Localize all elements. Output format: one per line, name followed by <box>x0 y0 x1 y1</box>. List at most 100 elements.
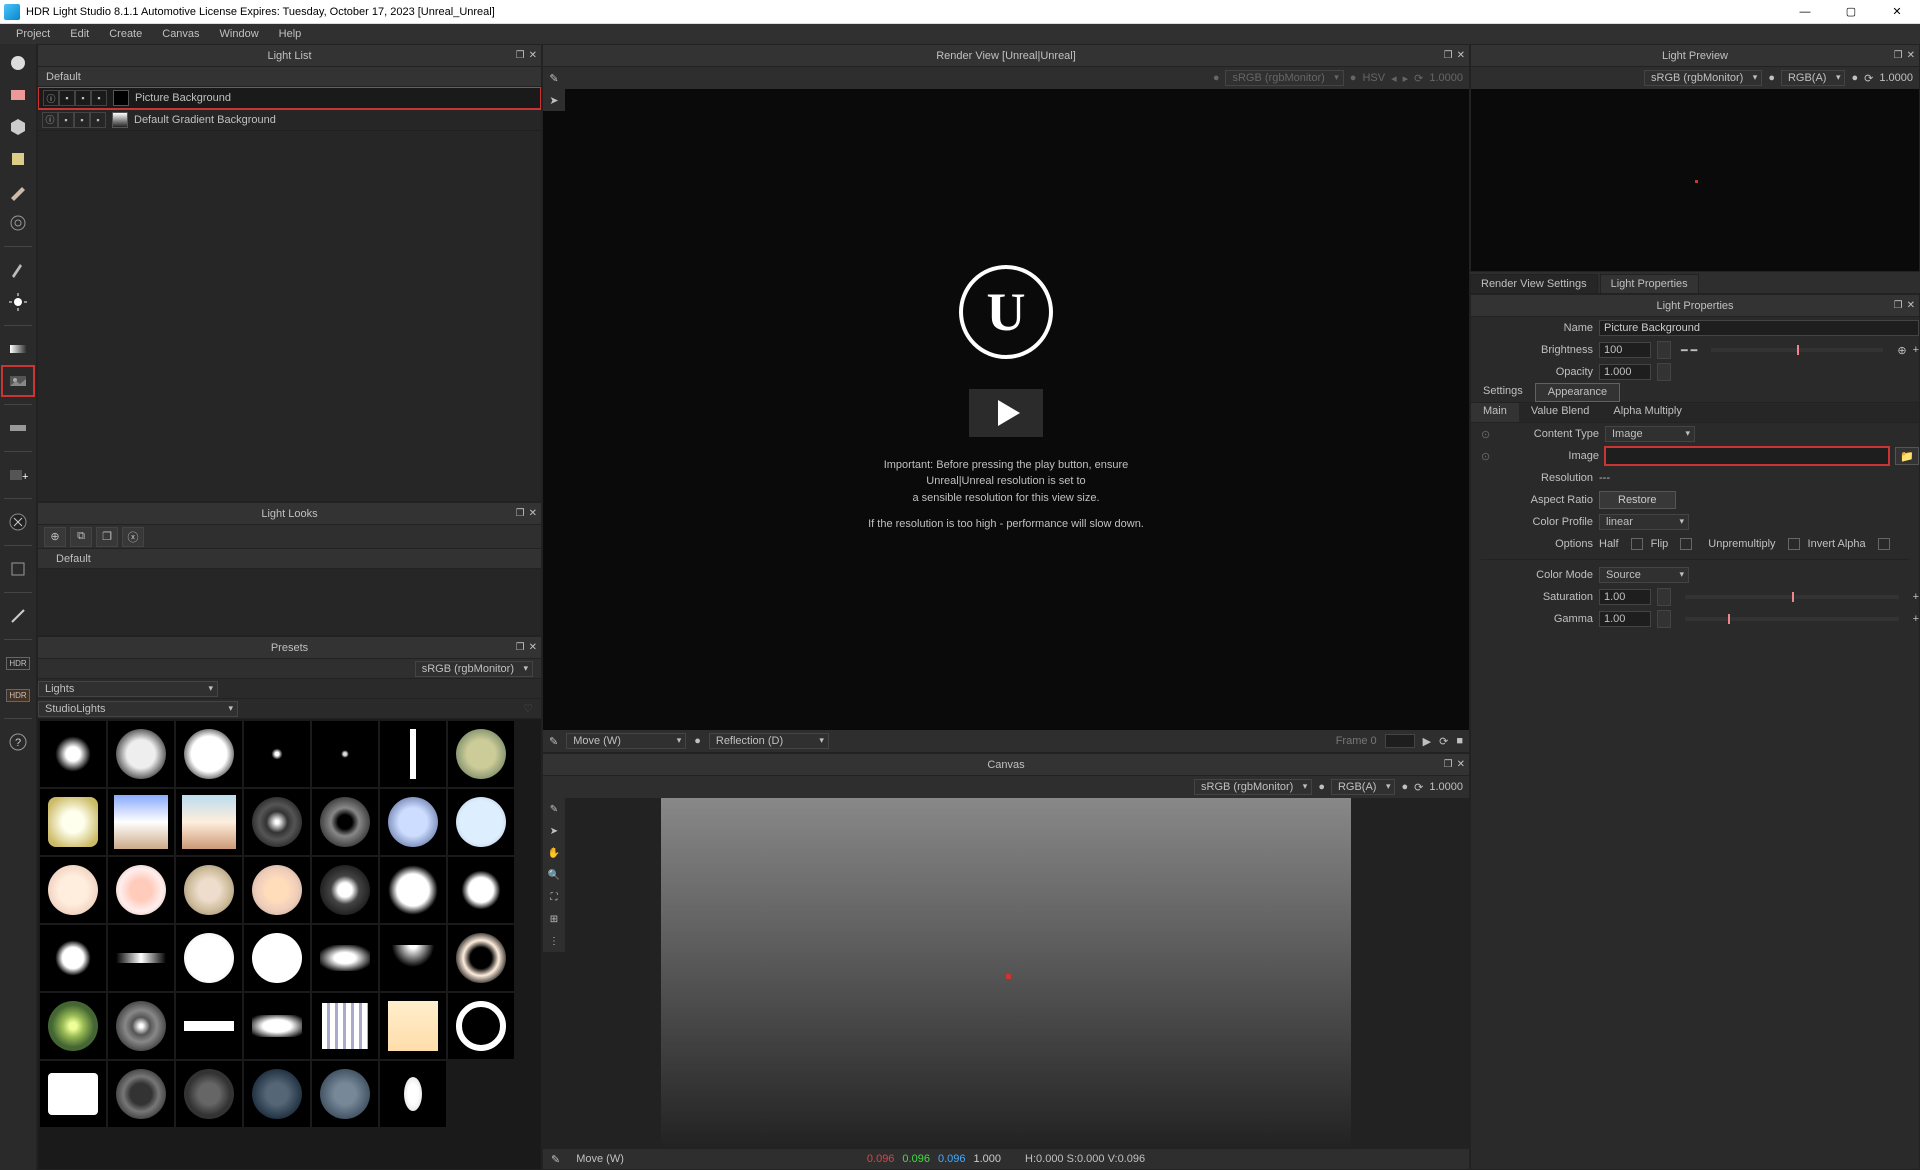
rv-cycle-icon[interactable]: ⟳ <box>1414 72 1423 85</box>
cv-reset-icon[interactable]: ⊞ <box>543 908 565 930</box>
undock-icon[interactable]: ❐ <box>516 642 525 653</box>
preset-thumb[interactable] <box>448 925 514 991</box>
preset-thumb[interactable] <box>312 857 378 923</box>
play-icon[interactable]: ▶ <box>1423 735 1431 748</box>
gamma-input[interactable]: 1.00 <box>1599 611 1651 627</box>
preset-thumb[interactable] <box>40 721 106 787</box>
canvas-exposure[interactable]: 1.0000 <box>1429 781 1463 793</box>
preset-thumb[interactable] <box>40 1061 106 1127</box>
play-button[interactable] <box>969 389 1043 437</box>
link-icon[interactable]: ⊙ <box>1481 428 1493 441</box>
preset-thumb[interactable] <box>312 789 378 855</box>
tool-rect-light[interactable] <box>2 80 34 110</box>
restore-button[interactable]: Restore <box>1599 491 1676 509</box>
preset-thumb[interactable] <box>108 721 174 787</box>
preset-thumb[interactable] <box>40 857 106 923</box>
preset-thumb[interactable] <box>108 993 174 1059</box>
preset-thumb[interactable] <box>108 789 174 855</box>
preset-thumb[interactable] <box>448 857 514 923</box>
preset-thumb[interactable] <box>312 993 378 1059</box>
undock-icon[interactable]: ❐ <box>1894 300 1903 311</box>
canvas-viewport[interactable] <box>661 798 1351 1149</box>
light-list-group[interactable]: Default <box>38 67 541 87</box>
subtab-valueblend[interactable]: Value Blend <box>1519 403 1602 422</box>
lp-channel-combo[interactable]: RGB(A) <box>1781 70 1846 86</box>
spinner[interactable] <box>1657 588 1671 606</box>
preset-thumb[interactable] <box>448 993 514 1059</box>
subtab-main[interactable]: Main <box>1471 403 1519 422</box>
half-checkbox[interactable] <box>1631 538 1643 550</box>
cycle-icon[interactable]: ⟳ <box>1414 781 1423 794</box>
spinner[interactable] <box>1657 363 1671 381</box>
info-icon[interactable]: ⓘ <box>42 112 58 128</box>
preset-thumb[interactable] <box>380 993 446 1059</box>
presets-colorspace-combo[interactable]: sRGB (rgbMonitor) <box>415 661 533 677</box>
preset-thumb[interactable] <box>176 993 242 1059</box>
close-icon[interactable]: ✕ <box>529 642 537 653</box>
subtab-settings[interactable]: Settings <box>1471 383 1535 402</box>
colorprofile-combo[interactable]: linear <box>1599 514 1689 530</box>
subtab-appearance[interactable]: Appearance <box>1535 383 1620 402</box>
solo-icon[interactable]: ▪ <box>90 112 106 128</box>
brightness-slider[interactable] <box>1711 348 1883 352</box>
preset-thumb[interactable] <box>312 721 378 787</box>
preset-thumb[interactable] <box>244 925 310 991</box>
link-icon[interactable]: ⊙ <box>1481 450 1493 463</box>
add-icon[interactable]: + <box>1913 591 1919 603</box>
cv-dots-icon[interactable]: ⋮ <box>543 930 565 952</box>
canvas-body[interactable]: ✎ ➤ ✋ 🔍 ⛶ ⊞ ⋮ <box>543 798 1469 1149</box>
add-icon[interactable]: + <box>1913 613 1919 625</box>
looks-row-default[interactable]: Default <box>38 549 541 569</box>
close-button[interactable]: ✕ <box>1874 0 1920 24</box>
lp-exposure[interactable]: 1.0000 <box>1879 72 1913 84</box>
light-row-picture-bg[interactable]: ⓘ ▪ ▪ ▪ Picture Background <box>38 87 541 109</box>
preset-thumb[interactable] <box>380 925 446 991</box>
preset-thumb[interactable] <box>108 1061 174 1127</box>
lock-icon[interactable]: ▪ <box>75 90 91 106</box>
cv-hand-icon[interactable]: ✋ <box>543 842 565 864</box>
transport-mode-combo[interactable]: Reflection (D) <box>709 733 829 749</box>
visibility-icon[interactable]: ▪ <box>58 112 74 128</box>
tool-flat[interactable] <box>2 413 34 443</box>
preset-thumb[interactable] <box>448 721 514 787</box>
expand-icon[interactable]: ⊕ <box>1897 344 1906 357</box>
add-icon[interactable]: + <box>1913 344 1919 356</box>
close-icon[interactable]: ✕ <box>1457 759 1465 770</box>
close-icon[interactable]: ✕ <box>1907 50 1915 61</box>
preset-thumb[interactable] <box>244 789 310 855</box>
preset-thumb[interactable] <box>176 1061 242 1127</box>
tool-addpreset[interactable]: + <box>2 460 34 490</box>
undock-icon[interactable]: ❐ <box>1444 759 1453 770</box>
maximize-button[interactable]: ▢ <box>1828 0 1874 24</box>
rv-exposure[interactable]: 1.0000 <box>1429 72 1463 84</box>
preset-thumb[interactable] <box>312 925 378 991</box>
light-preview-viewport[interactable] <box>1471 89 1919 271</box>
preset-thumb[interactable] <box>380 1061 446 1127</box>
preset-thumb[interactable] <box>40 925 106 991</box>
transport-move-combo[interactable]: Move (W) <box>566 733 686 749</box>
spinner[interactable] <box>1657 341 1671 359</box>
tool-crop[interactable] <box>2 554 34 584</box>
close-icon[interactable]: ✕ <box>529 508 537 519</box>
saturation-input[interactable]: 1.00 <box>1599 589 1651 605</box>
cycle-icon[interactable]: ⟳ <box>1864 72 1873 85</box>
undock-icon[interactable]: ❐ <box>1894 50 1903 61</box>
preset-thumb[interactable] <box>176 789 242 855</box>
stop-icon[interactable]: ■ <box>1456 735 1463 747</box>
looks-dup-button[interactable]: ⧉ <box>70 527 92 547</box>
flip-checkbox[interactable] <box>1680 538 1692 550</box>
prop-opacity-input[interactable]: 1.000 <box>1599 364 1651 380</box>
cv-brush-icon[interactable]: ✎ <box>543 798 565 820</box>
tool-hdr2[interactable]: HDR <box>2 680 34 710</box>
image-path-field[interactable] <box>1605 447 1889 465</box>
gamma-slider[interactable] <box>1685 617 1899 621</box>
looks-copy-button[interactable]: ❐ <box>96 527 118 547</box>
preset-thumb[interactable] <box>312 1061 378 1127</box>
preset-thumb[interactable] <box>244 993 310 1059</box>
lock-icon[interactable]: ▪ <box>74 112 90 128</box>
canvas-channel-combo[interactable]: RGB(A) <box>1331 779 1396 795</box>
colormode-combo[interactable]: Source <box>1599 567 1689 583</box>
preset-thumb[interactable] <box>40 789 106 855</box>
rv-brush-icon[interactable]: ✎ <box>543 67 565 89</box>
menu-project[interactable]: Project <box>6 28 60 40</box>
